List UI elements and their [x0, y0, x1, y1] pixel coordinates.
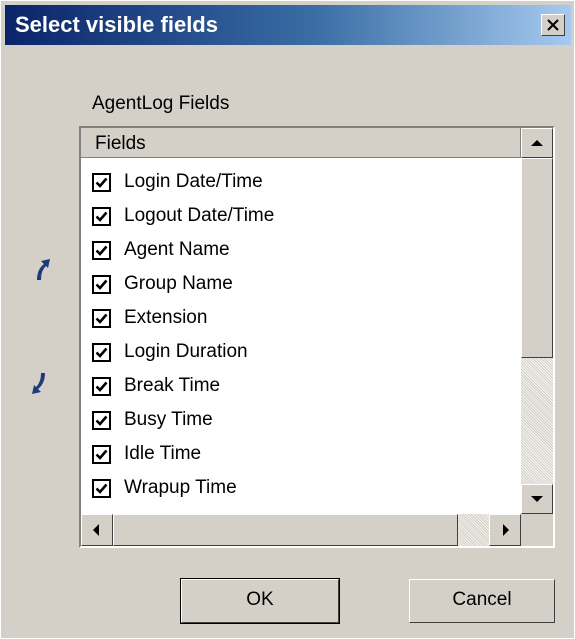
field-checkbox[interactable] — [92, 173, 111, 192]
arrow-right-icon — [503, 524, 509, 536]
field-checkbox[interactable] — [92, 309, 111, 328]
ok-button[interactable]: OK — [180, 578, 340, 624]
checkmark-icon — [95, 483, 108, 494]
list-item[interactable]: Group Name — [81, 268, 521, 302]
checkmark-icon — [95, 381, 108, 392]
field-label: Agent Name — [124, 239, 230, 260]
list-item[interactable]: Logout Date/Time — [81, 200, 521, 234]
checkmark-icon — [95, 177, 108, 188]
field-label: Logout Date/Time — [124, 205, 275, 226]
field-checkbox[interactable] — [92, 411, 111, 430]
column-header-fields[interactable]: Fields — [81, 128, 521, 158]
checkmark-icon — [95, 211, 108, 222]
column-header-label: Fields — [95, 133, 146, 154]
field-checkbox[interactable] — [92, 241, 111, 260]
list-item[interactable]: Idle Time — [81, 438, 521, 472]
scroll-right-button[interactable] — [489, 514, 521, 546]
window-title: Select visible fields — [15, 12, 218, 37]
checkmark-icon — [95, 313, 108, 324]
group-label: AgentLog Fields — [92, 93, 230, 114]
field-label: Login Duration — [124, 341, 248, 362]
cancel-button[interactable]: Cancel — [409, 579, 555, 623]
field-checkbox[interactable] — [92, 445, 111, 464]
checkmark-icon — [95, 279, 108, 290]
move-up-arrow-icon — [37, 259, 50, 280]
list-item[interactable]: Busy Time — [81, 404, 521, 438]
checkmark-icon — [95, 347, 108, 358]
field-label: Busy Time — [124, 409, 213, 430]
scroll-left-button[interactable] — [81, 514, 113, 546]
close-button[interactable] — [541, 14, 565, 36]
field-checkbox[interactable] — [92, 377, 111, 396]
close-icon — [547, 19, 559, 31]
field-label: Idle Time — [124, 443, 202, 464]
list-item[interactable]: Login Date/Time — [81, 166, 521, 200]
field-checkbox[interactable] — [92, 343, 111, 362]
list-item[interactable]: Login Duration — [81, 336, 521, 370]
select-fields-dialog: Select visible fields AgentLog Fields Fi… — [0, 0, 575, 639]
list-item[interactable]: Wrapup Time — [81, 472, 521, 506]
field-label: Break Time — [124, 375, 221, 396]
title-bar[interactable]: Select visible fields — [5, 5, 571, 45]
arrow-left-icon — [93, 524, 99, 536]
list-item[interactable]: Extension — [81, 302, 521, 336]
checkmark-icon — [95, 245, 108, 256]
scroll-up-button[interactable] — [521, 128, 553, 158]
checkmark-icon — [95, 415, 108, 426]
move-down-arrow-icon — [32, 373, 45, 394]
field-checkbox[interactable] — [92, 275, 111, 294]
move-down-button[interactable] — [29, 371, 53, 397]
field-label: Extension — [124, 307, 208, 328]
scrollbar-corner — [521, 514, 553, 546]
field-checkbox[interactable] — [92, 207, 111, 226]
field-label: Group Name — [124, 273, 233, 294]
horizontal-scroll-thumb[interactable] — [113, 514, 458, 546]
arrow-down-icon — [531, 496, 543, 502]
field-label: Wrapup Time — [124, 477, 237, 498]
list-item[interactable]: Agent Name — [81, 234, 521, 268]
move-up-button[interactable] — [29, 256, 53, 282]
fields-list: Login Date/Time Logout Date/Time Agent Nam… — [81, 158, 521, 514]
vertical-scrollbar[interactable] — [521, 128, 553, 514]
field-label: Login Date/Time — [124, 171, 263, 192]
field-checkbox[interactable] — [92, 479, 111, 498]
list-item[interactable]: Break Time — [81, 370, 521, 404]
vertical-scroll-thumb[interactable] — [521, 158, 553, 358]
horizontal-scrollbar[interactable] — [81, 514, 521, 546]
fields-listbox[interactable]: Fields Login Date/Time Logout Date/Time Ag… — [79, 126, 555, 548]
arrow-up-icon — [531, 140, 543, 146]
checkmark-icon — [95, 449, 108, 460]
scroll-down-button[interactable] — [521, 484, 553, 514]
